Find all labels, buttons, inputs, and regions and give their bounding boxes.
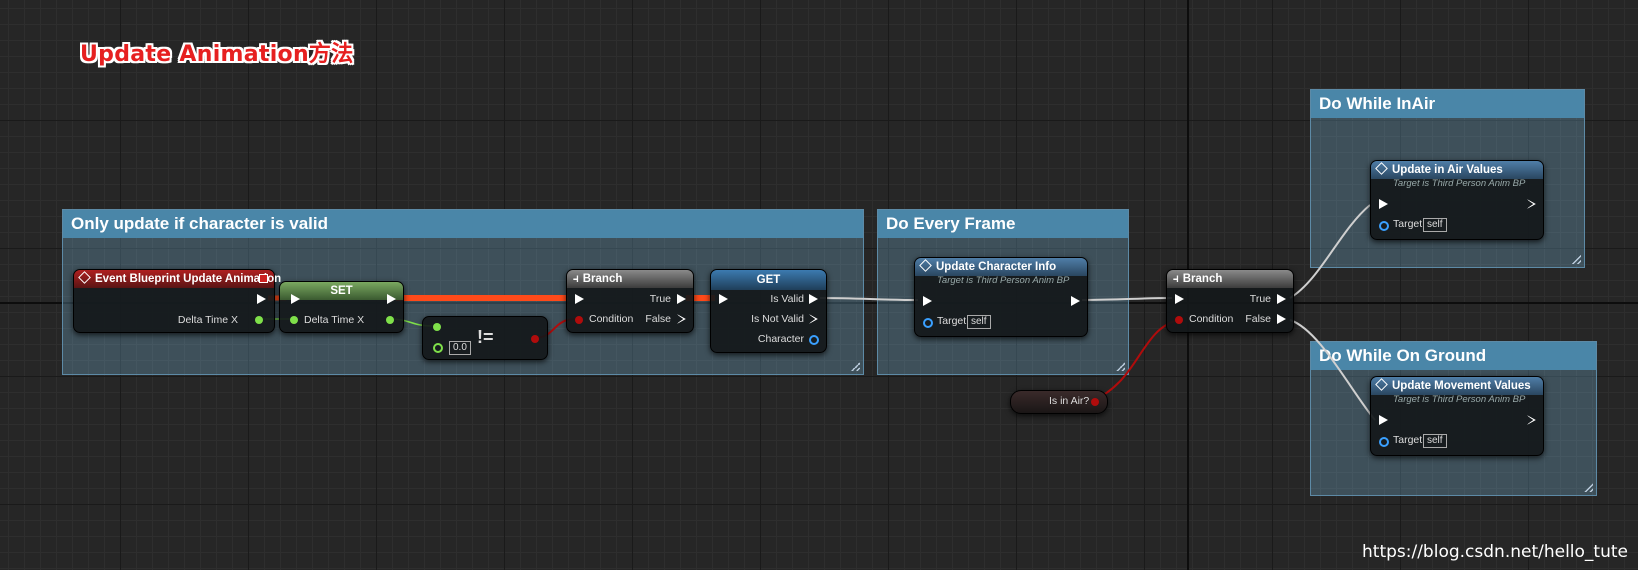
target-in-pin[interactable] [923,318,933,328]
delta-time-out-pin[interactable] [255,316,263,324]
is-valid-exec-out-pin[interactable] [809,294,818,304]
node-title: Update in Air Values [1392,164,1503,176]
node-subtitle: Target is Third Person Anim BP [1393,394,1526,405]
delta-time-in-pin[interactable] [290,316,298,324]
node-subtitle: Target is Third Person Anim BP [1393,178,1526,189]
is-in-air-out-pin[interactable] [1091,398,1099,406]
true-exec-out-pin[interactable] [1277,294,1286,304]
exec-out-pin[interactable] [257,294,266,304]
pin-label: Target [1393,218,1423,230]
set-delta-time-node[interactable]: SET Delta Time X [279,281,404,333]
false-exec-out-pin[interactable] [677,314,686,324]
pin-label: Delta Time X [177,314,238,326]
pin-label: Delta Time X [304,314,365,326]
node-title: Branch [582,273,623,285]
true-exec-out-pin[interactable] [677,294,686,304]
branch-icon: ⫞ [573,273,579,285]
node-title: Event Blueprint Update Animation [95,273,282,285]
b-in-pin[interactable] [433,343,443,353]
node-title: Branch [1182,273,1223,285]
event-blueprint-update-animation-node[interactable]: Event Blueprint Update Animation Delta T… [73,269,281,333]
comment-title[interactable]: Only update if character is valid [63,210,863,238]
branch-node-in-air[interactable]: ⫞ Branch Condition True False [1166,269,1294,333]
node-subtitle: Target is Third Person Anim BP [937,275,1070,286]
pin-label: False [1245,313,1271,325]
return-out-pin[interactable] [531,335,539,343]
watermark: https://blog.csdn.net/hello_tute [1362,542,1628,562]
function-icon [1375,162,1388,176]
pin-label: Character [757,333,804,345]
exec-in-pin[interactable] [923,296,932,306]
target-self-value[interactable]: self [967,315,991,329]
pin-label: Is Valid [770,293,804,305]
update-movement-values-node[interactable]: Update Movement Values Target is Third P… [1370,376,1544,456]
character-out-pin[interactable] [809,335,819,345]
condition-in-pin[interactable] [1175,316,1183,324]
resize-handle-icon[interactable] [1583,482,1593,492]
resize-handle-icon[interactable] [850,361,860,371]
is-in-air-variable-node[interactable]: Is in Air? [1010,390,1108,414]
target-in-pin[interactable] [1379,221,1389,231]
pin-label: Is Not Valid [751,313,804,325]
exec-in-pin[interactable] [719,294,728,304]
pin-label: Condition [589,313,634,325]
not-equal-node[interactable]: 0.0 != [422,316,548,360]
variable-label: Is in Air? [1049,395,1090,407]
function-icon [1375,378,1388,392]
operator-symbol: != [477,327,494,347]
update-character-info-node[interactable]: Update Character Info Target is Third Pe… [914,257,1088,337]
a-in-pin[interactable] [433,323,441,331]
node-title: Update Movement Values [1392,380,1531,392]
branch-icon: ⫞ [1173,273,1179,285]
event-delegate-icon[interactable] [259,274,268,283]
branch-node-valid[interactable]: ⫞ Branch Condition True False [566,269,694,333]
comment-title[interactable]: Do While On Ground [1311,342,1596,370]
pin-label: True [649,293,671,305]
node-title: Update Character Info [936,261,1057,273]
target-in-pin[interactable] [1379,437,1389,447]
event-diamond-icon [78,271,91,285]
resize-handle-icon[interactable] [1115,361,1125,371]
target-self-value[interactable]: self [1423,434,1447,448]
comment-title[interactable]: Do Every Frame [878,210,1128,238]
function-icon [919,259,932,273]
condition-in-pin[interactable] [575,316,583,324]
delta-time-out-pin[interactable] [386,316,394,324]
exec-in-pin[interactable] [575,294,584,304]
pin-label: Condition [1189,313,1234,325]
exec-out-pin[interactable] [1527,415,1536,425]
pin-label: False [645,313,671,325]
false-exec-out-pin[interactable] [1277,314,1286,324]
update-in-air-values-node[interactable]: Update in Air Values Target is Third Per… [1370,160,1544,240]
page-title: Update Animation方法 [80,42,354,67]
is-not-valid-exec-out-pin[interactable] [809,314,818,324]
exec-out-pin[interactable] [387,294,396,304]
pin-label: True [1249,293,1271,305]
comment-title[interactable]: Do While InAir [1311,90,1584,118]
exec-out-pin[interactable] [1071,296,1080,306]
target-self-value[interactable]: self [1423,218,1447,232]
exec-in-pin[interactable] [291,294,300,304]
pin-label: Target [937,315,967,327]
exec-out-pin[interactable] [1527,199,1536,209]
b-value-field[interactable]: 0.0 [449,341,471,355]
exec-in-pin[interactable] [1175,294,1184,304]
node-title: GET [711,270,826,290]
pin-label: Target [1393,434,1423,446]
exec-in-pin[interactable] [1379,199,1388,209]
get-character-node[interactable]: GET Is Valid Is Not Valid Character [710,269,827,353]
resize-handle-icon[interactable] [1571,254,1581,264]
exec-in-pin[interactable] [1379,415,1388,425]
